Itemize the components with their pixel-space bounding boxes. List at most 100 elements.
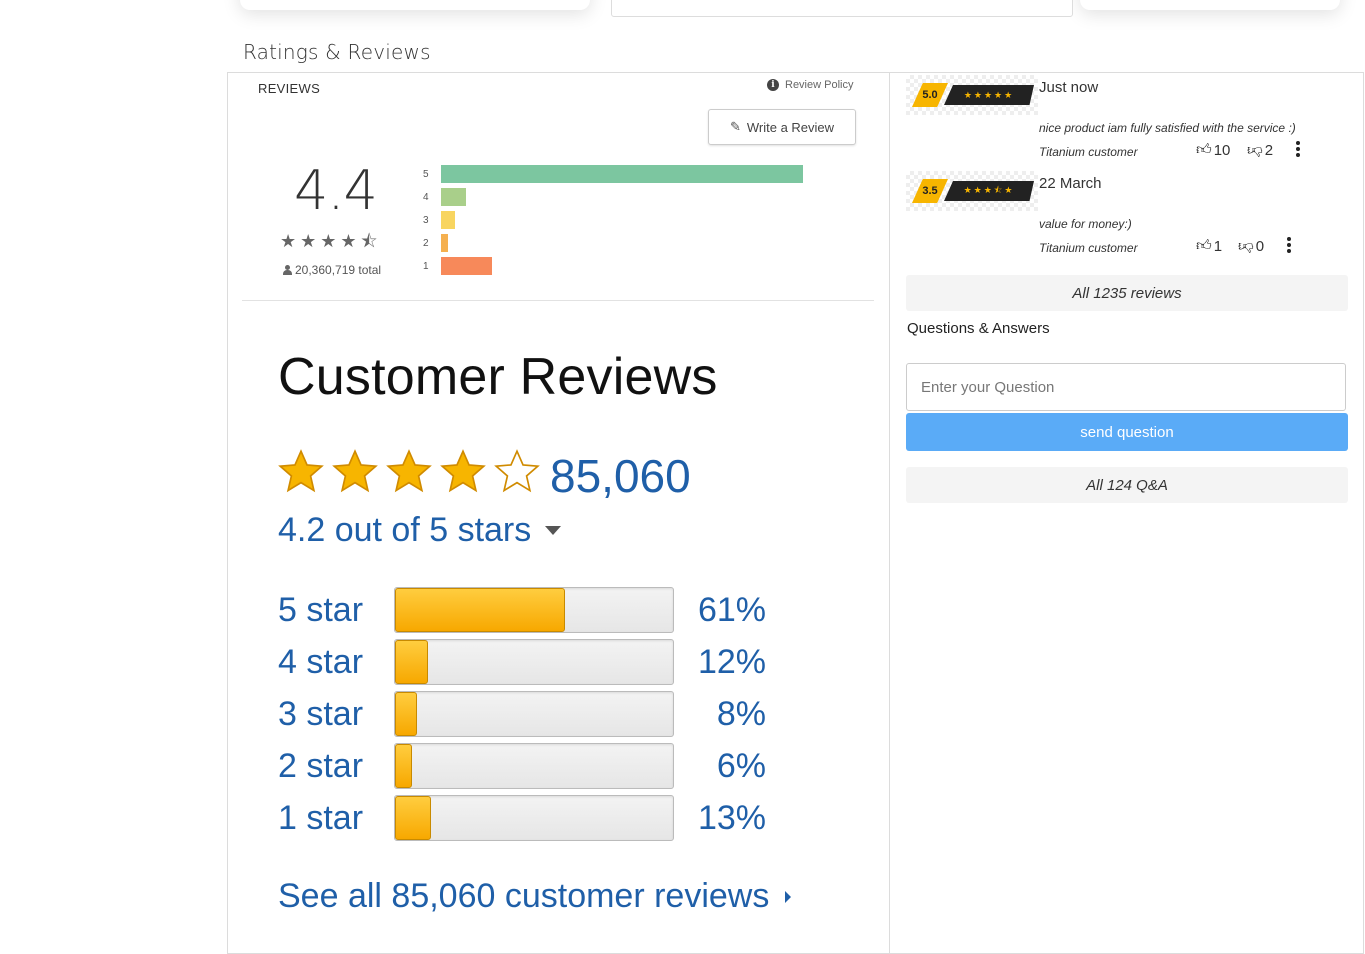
total-ratings: 20,360,719 total xyxy=(282,263,381,277)
amazon-star-label: 2 star xyxy=(278,746,364,785)
histogram-bar xyxy=(441,188,466,206)
review-date: 22 March xyxy=(1039,175,1102,192)
amazon-out-of: 4.2 out of 5 stars xyxy=(278,511,562,550)
histogram-bar xyxy=(441,211,455,229)
histogram-bar xyxy=(441,165,803,183)
thumbs-up-icon: 👍︎ xyxy=(1196,141,1212,158)
like-button[interactable]: 👍︎ 1 xyxy=(1196,237,1222,255)
amazon-stars xyxy=(276,447,542,497)
dislike-count: 0 xyxy=(1255,237,1265,255)
qa-title: Questions & Answers xyxy=(907,320,1050,337)
review-author: Titanium customer xyxy=(1039,145,1138,159)
amazon-percent: 13% xyxy=(697,798,766,837)
amazon-out-of-label: 4.2 out of 5 stars xyxy=(278,511,532,549)
histogram-star-label: 1 xyxy=(423,260,429,272)
amazon-percent: 6% xyxy=(716,746,766,785)
more-options-icon[interactable] xyxy=(1296,141,1300,159)
histogram-row: 5 xyxy=(423,165,803,183)
amazon-rating-row: 2 star 6% xyxy=(278,743,766,789)
review-text: nice product iam fully satisfied with th… xyxy=(1039,121,1296,135)
histogram-row: 3 xyxy=(423,211,455,229)
amazon-rating-row: 4 star 12% xyxy=(278,639,766,685)
all-qa-button[interactable]: All 124 Q&A xyxy=(906,467,1348,503)
star-empty-icon xyxy=(494,449,540,493)
amazon-bar-fill xyxy=(395,588,565,632)
star-full-icon xyxy=(332,449,378,493)
histogram-row: 1 xyxy=(423,257,492,275)
review-author: Titanium customer xyxy=(1039,241,1138,255)
like-button[interactable]: 👍︎ 10 xyxy=(1196,141,1230,159)
amazon-percent: 61% xyxy=(697,590,766,629)
info-icon: i xyxy=(767,79,779,91)
total-ratings-label: 20,360,719 total xyxy=(295,263,382,277)
review-policy-link[interactable]: i Review Policy xyxy=(767,79,853,91)
star-full-icon xyxy=(440,449,486,493)
amazon-bar-fill xyxy=(395,796,431,840)
amazon-see-all: See all 85,060 customer reviews xyxy=(278,877,792,916)
divider xyxy=(242,300,874,301)
ratings-panel: REVIEWS i Review Policy ✎ Write a Review… xyxy=(227,72,890,954)
thumbs-down-icon: 👍︎ xyxy=(1238,238,1254,255)
person-icon xyxy=(282,265,292,275)
badge-score: 5.0 xyxy=(912,83,948,107)
amazon-title: Customer Reviews xyxy=(278,348,718,406)
review-text: value for money:) xyxy=(1039,217,1132,231)
review-date: Just now xyxy=(1039,79,1099,96)
amazon-bar-fill xyxy=(395,744,412,788)
dislike-button[interactable]: 👍︎ 2 xyxy=(1247,141,1274,160)
review-policy-label: Review Policy xyxy=(785,79,854,91)
histogram-star-label: 4 xyxy=(423,191,429,203)
rating-badge: 5.0 ★★★★★ xyxy=(906,75,1038,115)
send-question-button[interactable]: send question xyxy=(906,413,1348,451)
like-count: 10 xyxy=(1213,141,1231,159)
amazon-bar-track xyxy=(394,691,674,737)
pencil-icon: ✎ xyxy=(729,119,741,134)
average-rating: 4.4 xyxy=(294,159,378,222)
badge-stars: ★★★⯪★ xyxy=(944,181,1034,201)
dislike-button[interactable]: 👍︎ 0 xyxy=(1238,237,1265,256)
amazon-percent: 12% xyxy=(697,642,766,681)
histogram-star-label: 2 xyxy=(423,237,429,249)
histogram-star-label: 5 xyxy=(423,168,429,180)
amazon-percent: 8% xyxy=(716,694,766,733)
star-full-icon xyxy=(386,449,432,493)
section-title: Ratings & Reviews xyxy=(243,40,431,64)
top-input-box[interactable] xyxy=(611,0,1073,17)
customer-reviews-image: Customer Reviews 85,060 4.2 out of 5 sta… xyxy=(242,319,862,953)
reviews-header: REVIEWS xyxy=(258,81,321,96)
amazon-star-label: 5 star xyxy=(278,590,364,629)
all-reviews-button[interactable]: All 1235 reviews xyxy=(906,275,1348,311)
badge-score: 3.5 xyxy=(912,179,948,203)
question-input[interactable] xyxy=(906,363,1346,411)
amazon-star-label: 4 star xyxy=(278,642,364,681)
amazon-bar-track xyxy=(394,639,674,685)
amazon-bar-track xyxy=(394,743,674,789)
top-card-left xyxy=(240,0,590,10)
reviews-qa-panel: 5.0 ★★★★★ Just now nice product iam full… xyxy=(889,72,1364,954)
write-review-label: Write a Review xyxy=(746,119,835,135)
amazon-bar-fill xyxy=(395,692,417,736)
more-options-icon[interactable] xyxy=(1287,237,1291,255)
star-full-icon xyxy=(278,449,324,493)
thumbs-up-icon: 👍︎ xyxy=(1196,237,1212,254)
rating-badge: 3.5 ★★★⯪★ xyxy=(906,171,1038,211)
thumbs-down-icon: 👍︎ xyxy=(1247,142,1263,159)
histogram-star-label: 3 xyxy=(423,214,429,226)
histogram-bar xyxy=(441,234,448,252)
amazon-rating-row: 3 star 8% xyxy=(278,691,766,737)
dislike-count: 2 xyxy=(1264,141,1274,159)
chevron-right-icon xyxy=(785,890,792,903)
amazon-rating-row: 5 star 61% xyxy=(278,587,766,633)
average-stars: ★★★★⯪ xyxy=(280,231,382,251)
amazon-bar-track xyxy=(394,795,674,841)
histogram-row: 2 xyxy=(423,234,448,252)
badge-stars: ★★★★★ xyxy=(944,85,1034,105)
amazon-review-count: 85,060 xyxy=(550,450,691,502)
amazon-star-label: 1 star xyxy=(278,798,364,837)
histogram-bar xyxy=(441,257,492,275)
amazon-rating-row: 1 star 13% xyxy=(278,795,766,841)
write-review-button[interactable]: ✎ Write a Review xyxy=(708,109,856,145)
like-count: 1 xyxy=(1213,237,1223,255)
caret-down-icon xyxy=(545,526,562,535)
amazon-star-label: 3 star xyxy=(278,694,364,733)
